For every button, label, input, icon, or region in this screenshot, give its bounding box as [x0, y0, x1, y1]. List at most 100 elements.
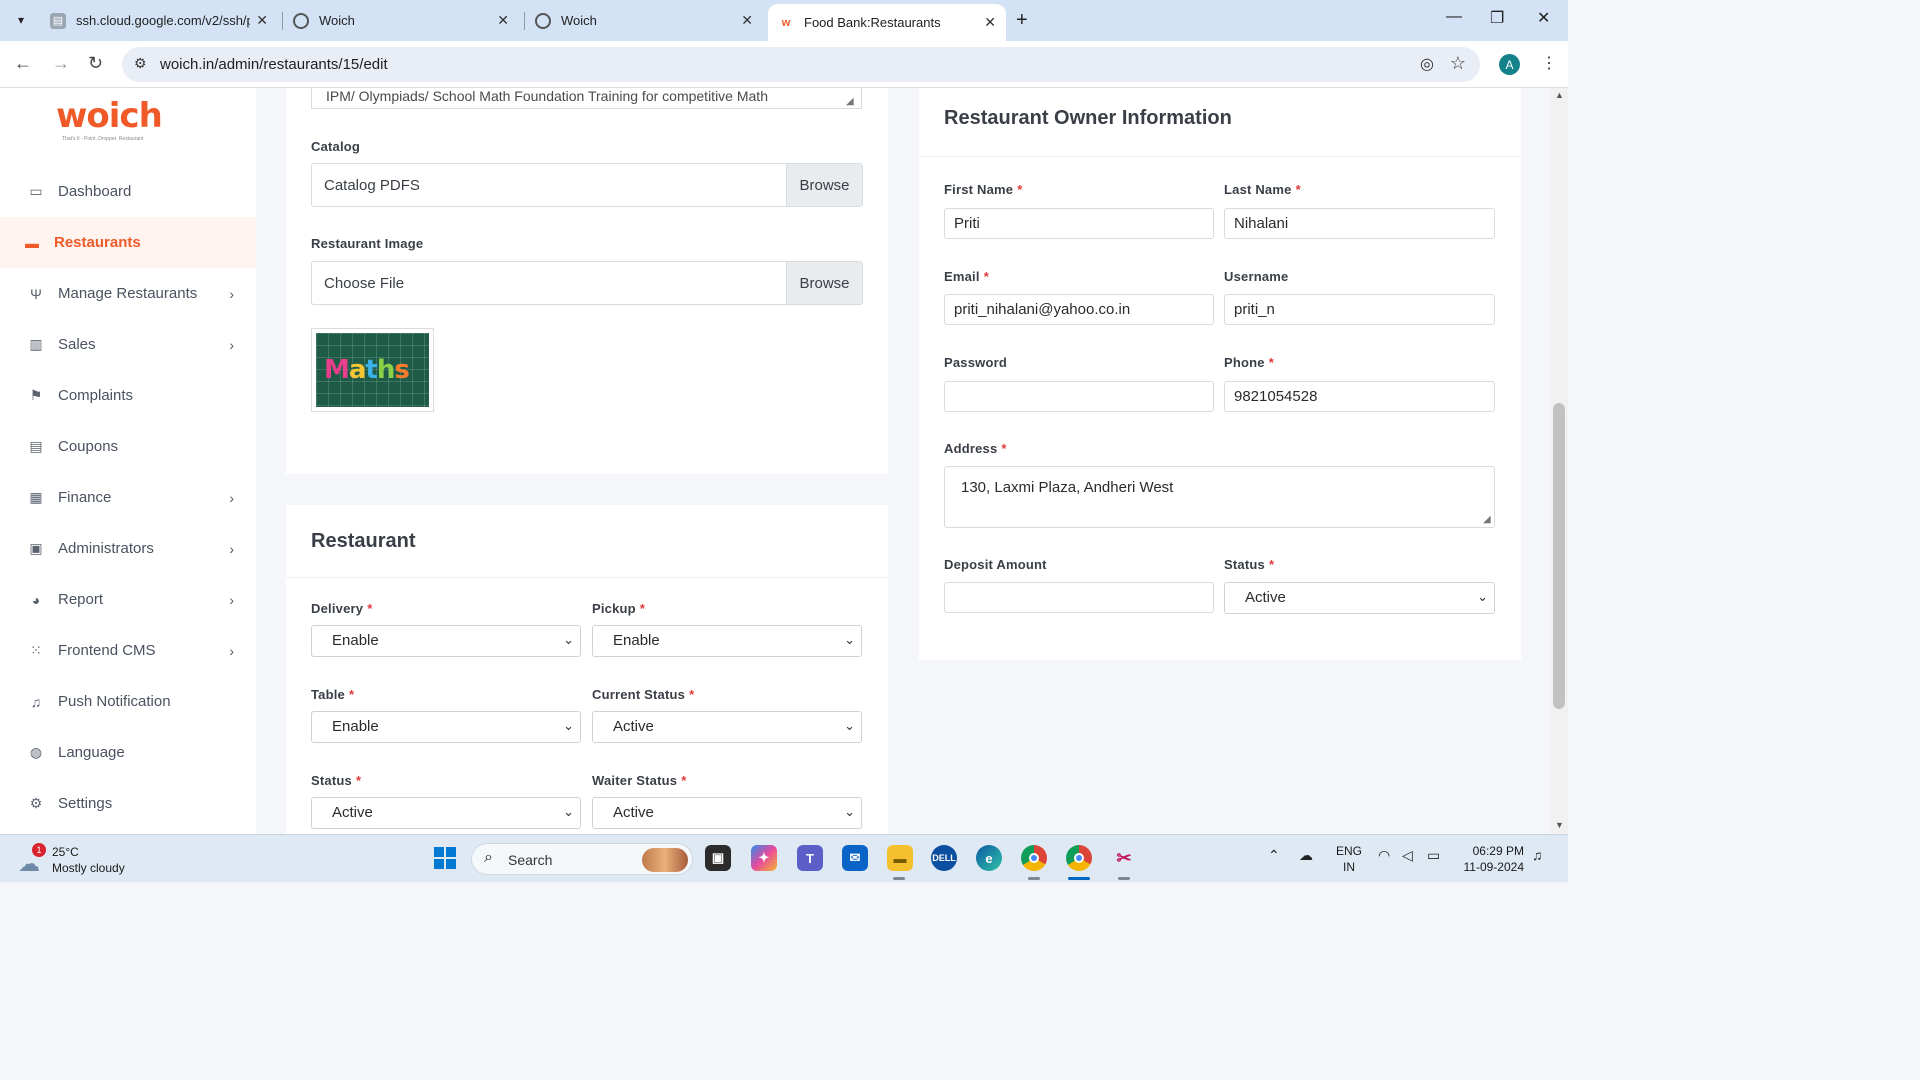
pie-chart-icon: ◕: [31, 591, 41, 608]
system-clock[interactable]: 06:29 PM 11-09-2024: [1458, 843, 1525, 875]
forward-arrow-icon[interactable]: →: [52, 53, 70, 74]
sidebar-item-dashboard[interactable]: ▭ Dashboard: [0, 166, 256, 217]
chrome-icon[interactable]: [1021, 845, 1047, 871]
sidebar-item-coupons[interactable]: ▤ Coupons: [0, 421, 256, 472]
bar-chart-icon: ▥: [29, 336, 43, 352]
copilot-icon[interactable]: ✦: [751, 845, 777, 871]
site-info-icon[interactable]: ⚙: [134, 55, 147, 72]
description-text: IPM/ Olympiads/ School Math Foundation T…: [326, 88, 768, 104]
taskbar-search-box[interactable]: ⌕ Search: [471, 843, 693, 875]
waiter-status-select[interactable]: Active ⌄: [592, 797, 862, 829]
restaurant-image-file-input[interactable]: Choose File Browse: [311, 261, 863, 305]
volume-icon[interactable]: ◁: [1402, 847, 1413, 864]
restore-icon[interactable]: ❐: [1490, 8, 1504, 28]
close-window-icon[interactable]: ✕: [1537, 8, 1550, 28]
owner-status-select[interactable]: Active ⌄: [1224, 582, 1495, 614]
edge-icon[interactable]: e: [976, 845, 1002, 871]
table-select[interactable]: Enable ⌄: [311, 711, 581, 743]
scroll-down-arrow-icon[interactable]: ▼: [1555, 820, 1564, 830]
input-language-indicator[interactable]: ENG IN: [1336, 843, 1362, 875]
sidebar-item-administrators[interactable]: ▣ Administrators ›: [0, 523, 256, 574]
card-divider: [286, 577, 888, 578]
sidebar-item-manage-restaurants[interactable]: Ψ Manage Restaurants ›: [0, 268, 256, 319]
browser-menu-icon[interactable]: ⋮: [1541, 53, 1557, 73]
wifi-icon[interactable]: ◠: [1378, 847, 1390, 864]
dell-icon[interactable]: DELL: [931, 845, 957, 871]
new-tab-button[interactable]: +: [1016, 9, 1028, 32]
close-tab-icon[interactable]: ✕: [741, 12, 753, 29]
onedrive-icon[interactable]: ☁: [1299, 847, 1313, 864]
sidebar-item-settings[interactable]: ⚙ Settings: [0, 778, 256, 829]
file-explorer-icon[interactable]: ▬: [887, 845, 913, 871]
close-tab-icon[interactable]: ✕: [497, 12, 509, 29]
scroll-up-arrow-icon[interactable]: ▲: [1555, 90, 1564, 100]
minimize-icon[interactable]: —: [1446, 8, 1462, 26]
delivery-select[interactable]: Enable ⌄: [311, 625, 581, 657]
password-field[interactable]: [944, 381, 1214, 412]
back-arrow-icon[interactable]: ←: [14, 53, 32, 74]
last-name-field[interactable]: Nihalani: [1224, 208, 1495, 239]
pickup-select[interactable]: Enable ⌄: [592, 625, 862, 657]
status-label: Status *: [311, 773, 362, 788]
browser-tab-ssh[interactable]: ▤ ssh.cloud.google.com/v2/ssh/p ✕: [40, 4, 278, 37]
close-tab-icon[interactable]: ✕: [984, 14, 996, 31]
description-textarea[interactable]: IPM/ Olympiads/ School Math Foundation T…: [311, 88, 862, 109]
tab-title: Woich: [561, 13, 597, 28]
sidebar-item-frontend-cms[interactable]: ⁙ Frontend CMS ›: [0, 625, 256, 676]
sidebar-item-report[interactable]: ◕ Report ›: [0, 574, 256, 625]
running-indicator: [1028, 877, 1040, 880]
chevron-down-icon: ⌄: [844, 718, 855, 733]
restaurant-image-browse-button[interactable]: Browse: [786, 262, 862, 304]
address-textarea[interactable]: 130, Laxmi Plaza, Andheri West: [944, 466, 1495, 528]
browser-tab-foodbank[interactable]: w Food Bank:Restaurants ✕: [768, 4, 1006, 41]
owner-status-label: Status *: [1224, 557, 1275, 572]
teams-icon[interactable]: T: [797, 845, 823, 871]
sidebar-item-sales[interactable]: ▥ Sales ›: [0, 319, 256, 370]
browser-tab-woich-1[interactable]: Woich ✕: [283, 4, 519, 37]
address-label: Address *: [944, 441, 1007, 456]
gears-icon: ⚙: [29, 795, 43, 811]
battery-icon[interactable]: ▭: [1427, 847, 1440, 864]
first-name-field[interactable]: Priti: [944, 208, 1214, 239]
tracking-off-icon[interactable]: ◎: [1420, 54, 1434, 74]
sidebar-item-language[interactable]: ◍ Language: [0, 727, 256, 778]
logo-wordmark: woich: [56, 96, 163, 136]
windows-start-icon[interactable]: [432, 845, 458, 871]
url-text[interactable]: woich.in/admin/restaurants/15/edit: [160, 56, 388, 73]
close-tab-icon[interactable]: ✕: [256, 12, 268, 29]
sidebar-item-complaints[interactable]: ⚑ Complaints: [0, 370, 256, 421]
scrollbar-thumb[interactable]: [1553, 403, 1565, 709]
sidebar-item-finance[interactable]: ▦ Finance ›: [0, 472, 256, 523]
show-hidden-icons-chevron-icon[interactable]: ⌃: [1268, 847, 1280, 864]
browser-tab-woich-2[interactable]: Woich ✕: [525, 4, 763, 37]
restaurant-image-label: Restaurant Image: [311, 236, 424, 251]
woich-logo[interactable]: woich That's It - Point. Dropper. Restau…: [56, 96, 163, 142]
chevron-right-icon: ›: [229, 336, 234, 353]
owner-info-card: [919, 88, 1521, 660]
task-view-icon[interactable]: ▣: [705, 845, 731, 871]
status-select[interactable]: Active ⌄: [311, 797, 581, 829]
tab-search-button[interactable]: ▾: [8, 8, 34, 32]
textarea-resize-handle[interactable]: ◢: [846, 96, 854, 107]
deposit-amount-field[interactable]: [944, 582, 1214, 613]
sidebar-item-push-notification[interactable]: ♫ Push Notification: [0, 676, 256, 727]
mail-icon[interactable]: ✉: [842, 845, 868, 871]
username-field[interactable]: priti_n: [1224, 294, 1495, 325]
snipping-tool-icon[interactable]: ✂: [1111, 845, 1137, 871]
textarea-resize-handle[interactable]: ◢: [1483, 514, 1491, 525]
profile-avatar[interactable]: A: [1499, 54, 1520, 75]
reload-icon[interactable]: ↻: [88, 53, 103, 74]
current-status-select[interactable]: Active ⌄: [592, 711, 862, 743]
catalog-browse-button[interactable]: Browse: [786, 164, 862, 206]
catalog-file-input[interactable]: Catalog PDFS Browse: [311, 163, 863, 207]
search-icon: ⌕: [484, 849, 493, 866]
email-field[interactable]: priti_nihalani@yahoo.co.in: [944, 294, 1214, 325]
phone-field[interactable]: 9821054528: [1224, 381, 1495, 412]
bookmark-star-icon[interactable]: ☆: [1450, 53, 1466, 74]
url-omnibox[interactable]: ⚙ woich.in/admin/restaurants/15/edit ◎ ☆: [122, 47, 1480, 82]
sidebar-item-restaurants[interactable]: ▬ Restaurants: [0, 217, 256, 268]
notification-bell-icon[interactable]: ♫: [1532, 847, 1543, 863]
chrome-profile-icon[interactable]: [1066, 845, 1092, 871]
windows-taskbar: ☁ 1 25°C Mostly cloudy ⌕ Search ▣ ✦ T ✉ …: [0, 834, 1568, 882]
restaurant-settings-card: [286, 505, 888, 845]
